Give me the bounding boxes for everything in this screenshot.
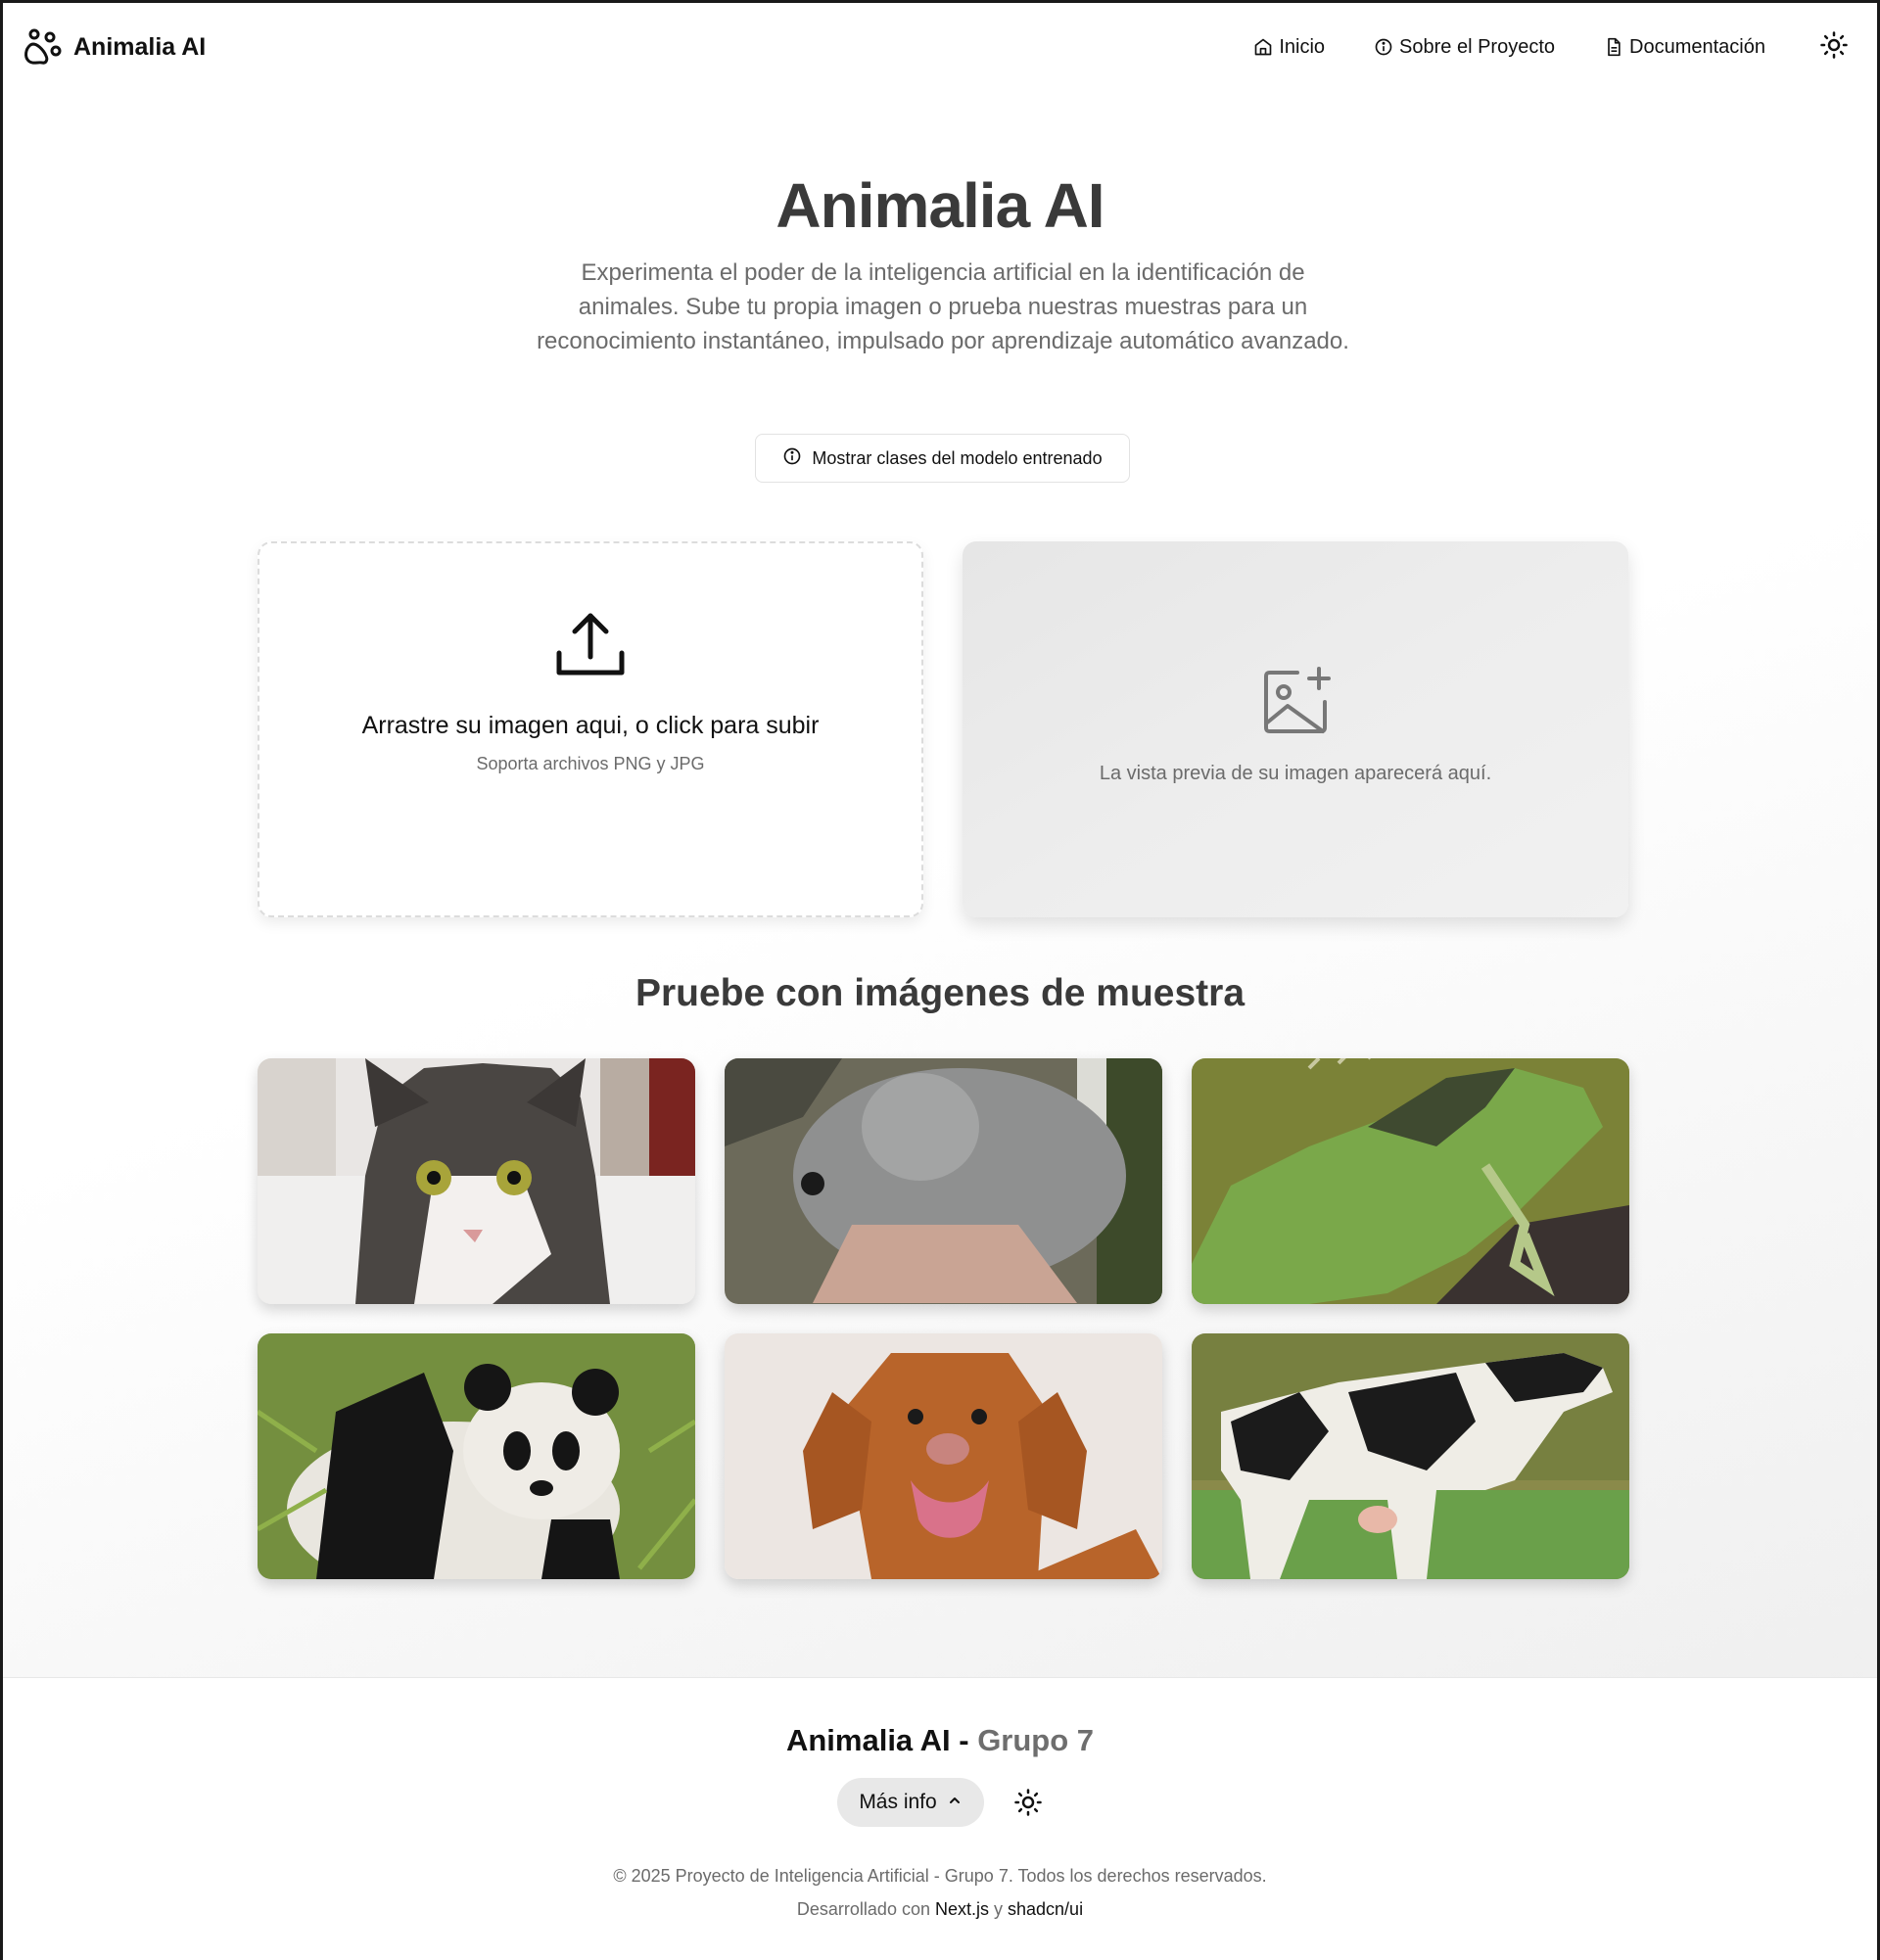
sun-icon	[1819, 30, 1849, 65]
nextjs-link[interactable]: Next.js	[935, 1899, 989, 1919]
sample-image-iguana[interactable]	[1192, 1058, 1629, 1304]
theme-toggle-button[interactable]	[1814, 27, 1854, 67]
preview-placeholder-text: La vista previa de su imagen aparecerá a…	[1099, 763, 1492, 784]
document-icon	[1604, 37, 1623, 57]
footer-title-main: Animalia AI -	[785, 1723, 978, 1757]
chevron-up-icon	[947, 1791, 963, 1814]
sun-icon	[1013, 1788, 1043, 1817]
brand-name: Animalia AI	[73, 32, 207, 61]
nav-link-label: Sobre el Proyecto	[1399, 35, 1556, 58]
brand[interactable]: Animalia AI	[23, 27, 206, 67]
samples-title: Pruebe con imágenes de muestra	[634, 972, 1246, 1014]
credits-prefix: Desarrollado con	[796, 1899, 935, 1919]
top-navbar: Animalia AI Inicio Sobre el Proyecto Doc…	[3, 3, 1877, 91]
home-icon	[1253, 37, 1273, 57]
hero-description: Experimenta el poder de la inteligencia …	[537, 259, 1349, 354]
sample-image-dog[interactable]	[725, 1333, 1162, 1579]
upload-title: Arrastre su imagen aqui, o click para su…	[361, 712, 820, 739]
sample-image-cat[interactable]	[258, 1058, 695, 1304]
nav-link-sobre[interactable]: Sobre el Proyecto	[1374, 36, 1555, 59]
footer-copyright: © 2025 Proyecto de Inteligencia Artifici…	[613, 1866, 1267, 1886]
sample-image-panda[interactable]	[258, 1333, 695, 1579]
nav-link-inicio[interactable]: Inicio	[1253, 36, 1325, 59]
image-preview-panel: La vista previa de su imagen aparecerá a…	[963, 541, 1628, 917]
upload-subtitle: Soporta archivos PNG y JPG	[476, 754, 705, 773]
show-classes-button[interactable]: Mostrar clases del modelo entrenado	[755, 434, 1130, 483]
sample-image-chinchilla[interactable]	[725, 1058, 1162, 1304]
shadcn-link[interactable]: shadcn/ui	[1008, 1899, 1083, 1919]
footer-actions: Más info	[3, 1778, 1877, 1827]
paw-logo-icon	[23, 27, 62, 67]
nav-link-documentacion[interactable]: Documentación	[1604, 36, 1765, 59]
upload-icon	[556, 613, 625, 676]
nav-link-label: Inicio	[1279, 35, 1326, 58]
image-plus-icon	[1264, 667, 1331, 733]
show-classes-label: Mostrar clases del modelo entrenado	[812, 447, 1103, 468]
more-info-button[interactable]: Más info	[837, 1778, 984, 1827]
samples-grid	[258, 1058, 1629, 1579]
footer-theme-toggle[interactable]	[1013, 1788, 1043, 1817]
nav-links: Inicio Sobre el Proyecto Documentación	[1253, 27, 1854, 67]
footer-title: Animalia AI - Grupo 7	[3, 1723, 1877, 1758]
more-info-label: Más info	[859, 1791, 937, 1813]
upload-dropzone[interactable]: Arrastre su imagen aqui, o click para su…	[258, 541, 923, 917]
info-icon	[1374, 37, 1393, 57]
nav-link-label: Documentación	[1629, 35, 1765, 58]
hero-title: Animalia AI	[776, 170, 1104, 241]
footer-title-group: Grupo 7	[977, 1723, 1095, 1757]
credits-mid: y	[989, 1899, 1009, 1919]
info-icon	[782, 446, 802, 471]
footer: Animalia AI - Grupo 7 Más info © 2025 Pr…	[3, 1677, 1877, 1960]
footer-credits: Desarrollado con Next.js y shadcn/ui	[3, 1899, 1877, 1920]
sample-image-cow[interactable]	[1192, 1333, 1629, 1579]
